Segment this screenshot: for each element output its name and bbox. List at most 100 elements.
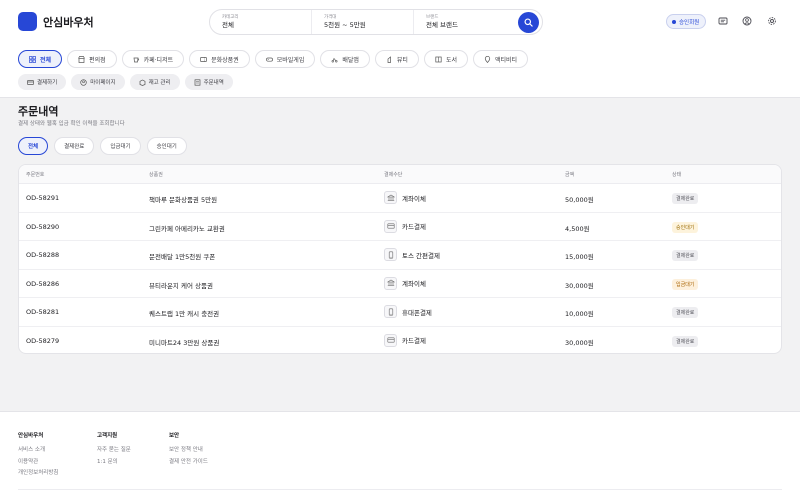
- footer-heading: 고객지원: [97, 433, 118, 439]
- pin-icon: [484, 55, 491, 63]
- table-row[interactable]: OD-58288 문전배달 1만5천원 쿠폰 토스 간편결제 15,000원 결제완료: [19, 241, 781, 270]
- tab-awaiting-deposit[interactable]: 입금대기: [100, 137, 141, 155]
- product-name: 책마루 문화상품권 5만원: [149, 196, 218, 204]
- category-chip-culture[interactable]: 문화상품권: [189, 50, 250, 68]
- filter-tabs: 전체 결제완료 입금대기 승인대기: [18, 137, 187, 155]
- tab-awaiting-approval[interactable]: 승인대기: [146, 137, 187, 155]
- logo-mark: [18, 12, 37, 31]
- card-icon: [384, 219, 397, 233]
- chip-label: 뷰티: [396, 56, 408, 64]
- page-title: 주문내역: [18, 105, 59, 118]
- product-name: 문전배달 1만5천원 쿠폰: [149, 253, 216, 261]
- status-dot: [672, 19, 676, 24]
- status-badge: 승인대기: [672, 221, 699, 233]
- category-chip-cafe[interactable]: 카페·디저트: [121, 50, 185, 68]
- product-name: 퀘스트랩 1만 캐시 충전권: [149, 310, 220, 318]
- chip-label: 문화상품권: [211, 56, 239, 64]
- lipstick-icon: [386, 55, 393, 63]
- brand-select[interactable]: 브랜드 전체 브랜드: [414, 10, 516, 34]
- product-name: 뷰티라운지 케어 상품권: [149, 281, 213, 290]
- table-row[interactable]: OD-58279 미니마트24 3만원 상품권 카드결제 30,000원 결제완료: [19, 327, 781, 354]
- category-chip-activity[interactable]: 액티비티: [473, 50, 529, 68]
- payment-method-label: 토스 간편결제: [402, 251, 440, 260]
- footer-divider: [18, 489, 782, 490]
- payment-method: 휴대폰결제: [384, 305, 432, 318]
- user-icon[interactable]: [742, 16, 752, 26]
- chip-label: 도서: [445, 56, 457, 64]
- logo[interactable]: 안심바우처: [18, 12, 94, 31]
- footer: 안심바우처 서비스 소개 이용약관 개인정보처리방침 고객지원 자주 묻는 질문…: [0, 411, 800, 500]
- footer-link-inquiry[interactable]: 1:1 문의: [97, 457, 131, 469]
- order-id: OD-58279: [26, 336, 60, 345]
- phone-icon: [384, 305, 397, 318]
- amount: 4,500원: [565, 224, 590, 233]
- quick-link-checkout[interactable]: 결제하기: [18, 74, 67, 90]
- tab-paid[interactable]: 결제완료: [54, 137, 95, 155]
- order-id: OD-58286: [26, 279, 60, 288]
- payment-method: 카드결제: [384, 333, 426, 347]
- search-bar: 카테고리 전체 가격대 5천원 ~ 5만원 브랜드 전체 브랜드: [209, 9, 543, 35]
- quick-link-orders[interactable]: 주문내역: [184, 74, 233, 90]
- orders-table: 주문번호 상품권 결제수단 금액 상태 OD-58291 책마루 문화상품권 5만…: [18, 164, 782, 354]
- amount: 30,000원: [565, 338, 594, 347]
- user-icon: [80, 78, 87, 86]
- footer-link-terms[interactable]: 이용약관: [18, 457, 58, 469]
- price-select[interactable]: 가격대 5천원 ~ 5만원: [312, 10, 414, 34]
- status-badge: 결제완료: [672, 193, 699, 204]
- category-select[interactable]: 카테고리 전체: [210, 10, 312, 34]
- auth-status-badge[interactable]: 승인회원: [666, 14, 707, 29]
- table-header: 주문번호 상품권 결제수단 금액 상태: [19, 165, 781, 184]
- delivery-icon: [331, 56, 338, 63]
- gear-icon[interactable]: [767, 16, 777, 26]
- table-body: OD-58291 책마루 문화상품권 5만원 계좌이체 50,000원 결제완료 OD-5…: [19, 184, 781, 354]
- amount: 50,000원: [565, 196, 594, 204]
- footer-link-security-policy[interactable]: 보안 정책 안내: [169, 445, 208, 457]
- category-chip-books[interactable]: 도서: [423, 50, 468, 68]
- footer-col-security: 보안 보안 정책 안내 결제 안전 가이드: [169, 431, 208, 468]
- footer-heading: 안심바우처: [18, 433, 44, 439]
- category-chip-convenience[interactable]: 편의점: [67, 50, 117, 68]
- amount: 30,000원: [565, 281, 594, 290]
- cup-icon: [133, 56, 140, 63]
- footer-link-about[interactable]: 서비스 소개: [18, 445, 58, 457]
- table-row[interactable]: OD-58290 그린카페 아메리카노 교환권 카드결제 4,500원 승인대기: [19, 213, 781, 241]
- chip-label: 카페·디저트: [143, 56, 174, 64]
- box-icon: [139, 79, 145, 86]
- quick-link-inventory[interactable]: 재고 관리: [129, 74, 180, 90]
- payment-method: 카드결제: [384, 219, 426, 233]
- footer-link-privacy[interactable]: 개인정보처리방침: [18, 468, 58, 480]
- price-label: 가격대: [324, 15, 337, 20]
- footer-link-payment-guide[interactable]: 결제 안전 가이드: [169, 457, 208, 469]
- app-name: 안심바우처: [43, 15, 94, 29]
- page-subtitle: 결제 상태와 웹훅 입금 확인 이력을 조회합니다: [18, 121, 125, 127]
- payment-method-label: 계좌이체: [402, 280, 426, 288]
- column-header-order-id: 주문번호: [26, 172, 45, 178]
- ticket-icon: [200, 56, 207, 63]
- payment-method-label: 계좌이체: [402, 194, 426, 203]
- order-id: OD-58291: [26, 194, 60, 202]
- category-chip-mobile-game[interactable]: 모바일게임: [254, 50, 316, 68]
- category-chip-delivery[interactable]: 배달앱: [320, 50, 370, 68]
- category-chip-all[interactable]: 전체: [18, 50, 63, 68]
- footer-link-faq[interactable]: 자주 묻는 질문: [97, 445, 131, 457]
- table-row[interactable]: OD-58291 책마루 문화상품권 5만원 계좌이체 50,000원 결제완료: [19, 184, 781, 213]
- card-icon: [384, 333, 397, 347]
- table-row[interactable]: OD-58281 퀘스트랩 1만 캐시 충전권 휴대폰결제 10,000원 결제완료: [19, 298, 781, 327]
- receipt-icon: [194, 78, 200, 86]
- book-icon: [435, 56, 442, 63]
- message-icon[interactable]: [718, 16, 728, 26]
- chip-label: 편의점: [89, 56, 106, 64]
- footer-heading: 보안: [169, 433, 180, 439]
- chip-label: 배달앱: [342, 56, 359, 64]
- chip-label: 전체: [40, 56, 52, 64]
- search-button[interactable]: [518, 12, 539, 33]
- header: 안심바우처 카테고리 전체 가격대 5천원 ~ 5만원 브랜드 전체 브랜드 승…: [0, 0, 800, 98]
- tab-all[interactable]: 전체: [18, 137, 49, 155]
- card-icon: [27, 79, 34, 85]
- status-badge: 결제완료: [672, 307, 699, 318]
- category-chip-beauty[interactable]: 뷰티: [374, 50, 419, 68]
- payment-method: 계좌이체: [384, 191, 426, 204]
- payment-method: 계좌이체: [384, 276, 426, 290]
- quick-link-mypage[interactable]: 마이페이지: [71, 74, 125, 90]
- table-row[interactable]: OD-58286 뷰티라운지 케어 상품권 계좌이체 30,000원 입금대기: [19, 270, 781, 298]
